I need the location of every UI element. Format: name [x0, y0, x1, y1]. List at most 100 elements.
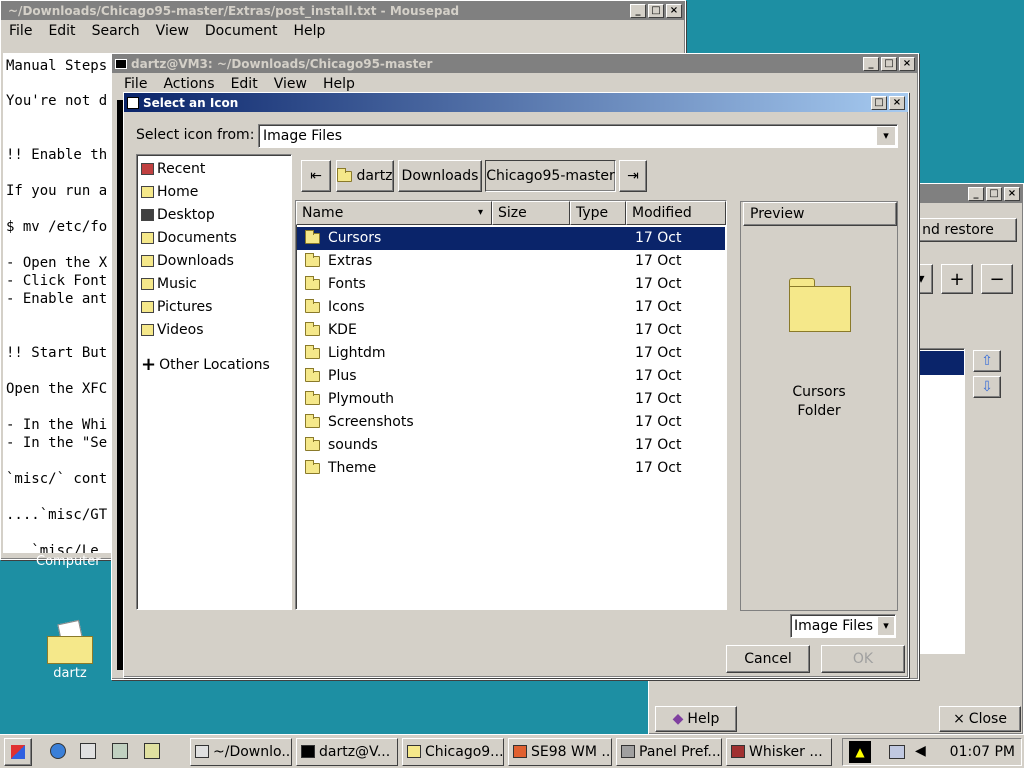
start-button[interactable] [4, 738, 32, 766]
taskbar-task-2[interactable]: Chicago9... [402, 738, 504, 766]
menu-item-edit[interactable]: Edit [40, 23, 83, 39]
place-item-downloads[interactable]: Downloads [141, 253, 234, 269]
file-modified: 17 Oct [635, 299, 682, 315]
place-item-documents[interactable]: Documents [141, 230, 237, 246]
close-button[interactable]: × [666, 3, 682, 18]
place-item-home[interactable]: Home [141, 184, 198, 200]
add-item-button[interactable]: + [941, 264, 973, 294]
file-row-extras[interactable]: Extras 17 Oct [297, 250, 725, 273]
move-down-button[interactable]: ⇩ [973, 376, 1001, 398]
select-from-combo[interactable]: Image Files ▾ [258, 124, 898, 148]
file-filter-combo[interactable]: Image Files ▾ [790, 614, 896, 638]
menu-item-document[interactable]: Document [197, 23, 286, 39]
combo-arrow-icon: ▾ [877, 127, 895, 145]
file-list[interactable]: Name ▾ Size Type Modified Cursors 17 Oct Ex… [295, 200, 727, 610]
menu-item-file[interactable]: File [1, 23, 40, 39]
column-name-header[interactable]: Name ▾ [296, 201, 492, 225]
text-line: - Open the X [6, 255, 108, 271]
folder-icon [305, 368, 320, 382]
search-launcher-icon[interactable] [112, 743, 128, 759]
close-button[interactable]: × [899, 56, 915, 71]
path-forward-button[interactable]: ⇥ [619, 160, 647, 192]
file-row-sounds[interactable]: sounds 17 Oct [297, 434, 725, 457]
folder-icon [305, 460, 320, 474]
help-button[interactable]: ◆ Help [655, 706, 737, 732]
folder-icon [305, 391, 320, 405]
menu-item-search[interactable]: Search [84, 23, 148, 39]
place-item-desktop[interactable]: Desktop [141, 207, 215, 223]
select-icon-dialog[interactable]: Select an Icon □ × Select icon from: Ima… [123, 92, 909, 678]
remove-item-button[interactable]: − [981, 264, 1013, 294]
browser-launcher-icon[interactable] [50, 743, 66, 759]
taskbar-task-0[interactable]: ~/Downlo... [190, 738, 292, 766]
ok-button[interactable]: OK [821, 645, 905, 673]
file-row-theme[interactable]: Theme 17 Oct [297, 457, 725, 480]
notification-bell-icon[interactable]: ▲ [849, 741, 871, 763]
cancel-button[interactable]: Cancel [726, 645, 810, 673]
text-editor-launcher-icon[interactable] [80, 743, 96, 759]
taskbar-task-1[interactable]: dartz@V... [296, 738, 398, 766]
place-item-videos[interactable]: Videos [141, 322, 204, 338]
taskbar-task-5[interactable]: Whisker ... [726, 738, 832, 766]
computer-desktop-label[interactable]: Computer [36, 554, 101, 569]
dialog-titlebar[interactable]: Select an Icon □ × [124, 93, 908, 112]
place-item-other-locations[interactable]: + Other Locations [141, 354, 270, 375]
maximize-button[interactable]: □ [881, 56, 897, 71]
desktop-dartz-icon[interactable]: dartz [44, 619, 96, 681]
place-label: Home [157, 184, 199, 200]
file-row-cursors[interactable]: Cursors 17 Oct [297, 227, 725, 250]
column-size-header[interactable]: Size [492, 201, 570, 225]
select-from-value: Image Files [263, 128, 343, 144]
path-dartz-button[interactable]: dartz [336, 160, 394, 192]
mousepad-titlebar[interactable]: ~/Downloads/Chicago95-master/Extras/post… [1, 1, 685, 20]
close-button[interactable]: × [889, 95, 905, 110]
place-item-recent[interactable]: Recent [141, 161, 205, 177]
terminal-menu-item-edit[interactable]: Edit [223, 76, 266, 92]
minimize-button[interactable]: _ [863, 56, 879, 71]
notes-launcher-icon[interactable] [144, 743, 160, 759]
terminal-titlebar[interactable]: dartz@VM3: ~/Downloads/Chicago95-master … [112, 54, 918, 73]
clock[interactable]: 01:07 PM [950, 744, 1015, 760]
maximize-button[interactable]: □ [871, 95, 887, 110]
volume-icon[interactable]: ◀ [915, 743, 926, 759]
folder-icon [47, 619, 93, 664]
place-item-pictures[interactable]: Pictures [141, 299, 212, 315]
maximize-button[interactable]: □ [648, 3, 664, 18]
move-up-button[interactable]: ⇧ [973, 350, 1001, 372]
file-row-plus[interactable]: Plus 17 Oct [297, 365, 725, 388]
minimize-button[interactable]: _ [968, 186, 984, 201]
file-name: Plymouth [328, 391, 395, 407]
file-row-kde[interactable]: KDE 17 Oct [297, 319, 725, 342]
folder-icon [305, 253, 320, 267]
path-back-button[interactable]: ⇤ [301, 160, 331, 192]
place-videos-icon [141, 324, 154, 336]
file-row-plymouth[interactable]: Plymouth 17 Oct [297, 388, 725, 411]
taskbar-task-3[interactable]: SE98 WM ... [508, 738, 612, 766]
file-row-fonts[interactable]: Fonts 17 Oct [297, 273, 725, 296]
folder-icon [305, 322, 320, 336]
network-icon[interactable] [889, 745, 905, 759]
path-chicago95-button[interactable]: Chicago95-master [485, 160, 616, 192]
close-window-button[interactable]: × Close [939, 706, 1021, 732]
file-row-screenshots[interactable]: Screenshots 17 Oct [297, 411, 725, 434]
taskbar-task-4[interactable]: Panel Pref... [616, 738, 722, 766]
terminal-menu-item-view[interactable]: View [266, 76, 315, 92]
terminal-menu-item-actions[interactable]: Actions [155, 76, 222, 92]
maximize-button[interactable]: □ [986, 186, 1002, 201]
minimize-button[interactable]: _ [630, 3, 646, 18]
mousepad-text-area[interactable]: Manual Steps You're not d !! Enable th If y… [3, 53, 115, 553]
terminal-menu-item-file[interactable]: File [116, 76, 155, 92]
file-row-icons[interactable]: Icons 17 Oct [297, 296, 725, 319]
close-button[interactable]: × [1004, 186, 1020, 201]
column-type-header[interactable]: Type [570, 201, 626, 225]
path-downloads-button[interactable]: Downloads [398, 160, 482, 192]
column-modified-header[interactable]: Modified [626, 201, 726, 225]
terminal-menu-item-help[interactable]: Help [315, 76, 363, 92]
menu-item-view[interactable]: View [148, 23, 197, 39]
file-row-lightdm[interactable]: Lightdm 17 Oct [297, 342, 725, 365]
select-from-label: Select icon from: [136, 127, 255, 143]
places-sidebar[interactable]: Recent Home Desktop Documents Downloads Music… [136, 154, 292, 610]
place-music-icon [141, 278, 154, 290]
place-item-music[interactable]: Music [141, 276, 197, 292]
menu-item-help[interactable]: Help [285, 23, 333, 39]
